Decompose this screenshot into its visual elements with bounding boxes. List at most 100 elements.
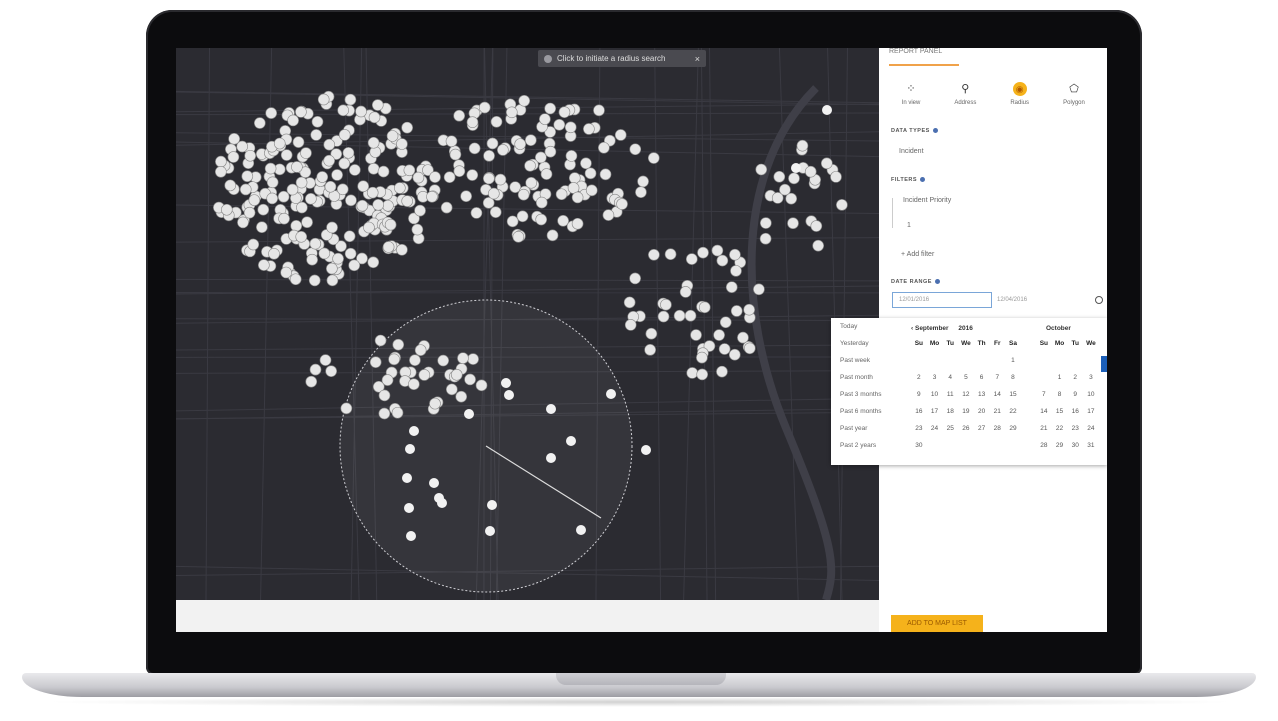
- incident-marker[interactable]: [367, 256, 380, 269]
- incident-marker[interactable]: [401, 195, 413, 207]
- incident-marker[interactable]: [426, 190, 438, 203]
- year-select[interactable]: 2016: [958, 325, 972, 332]
- incident-marker[interactable]: [295, 231, 308, 243]
- incident-marker[interactable]: [737, 331, 749, 344]
- incident-marker[interactable]: [300, 147, 312, 159]
- calendar-day[interactable]: 10: [1083, 386, 1099, 403]
- incident-marker[interactable]: [318, 247, 331, 260]
- incident-marker[interactable]: [791, 163, 801, 173]
- incident-marker[interactable]: [725, 281, 738, 293]
- incident-marker[interactable]: [224, 179, 237, 192]
- incident-marker[interactable]: [648, 249, 660, 261]
- incident-marker[interactable]: [470, 207, 483, 219]
- incident-marker[interactable]: [624, 319, 637, 331]
- incident-marker[interactable]: [268, 248, 280, 260]
- incident-marker[interactable]: [215, 166, 227, 178]
- incident-marker[interactable]: [753, 283, 765, 296]
- incident-marker[interactable]: [396, 138, 408, 150]
- mode-in-view[interactable]: ⁘ In view: [885, 82, 937, 106]
- incident-marker[interactable]: [557, 215, 569, 227]
- incident-marker[interactable]: [673, 309, 686, 322]
- incident-marker[interactable]: [483, 172, 495, 185]
- incident-marker[interactable]: [820, 157, 833, 170]
- incident-marker[interactable]: [583, 123, 595, 135]
- incident-marker[interactable]: [326, 221, 338, 234]
- incident-marker[interactable]: [743, 303, 755, 316]
- incident-marker[interactable]: [773, 170, 786, 183]
- incident-marker[interactable]: [546, 229, 559, 242]
- incident-marker[interactable]: [306, 253, 318, 266]
- incident-marker[interactable]: [512, 231, 525, 243]
- incident-marker[interactable]: [517, 188, 530, 201]
- incident-marker[interactable]: [518, 94, 530, 107]
- incident-marker[interactable]: [434, 493, 444, 503]
- incident-marker[interactable]: [324, 180, 337, 193]
- incident-marker[interactable]: [316, 171, 329, 183]
- incident-marker[interactable]: [348, 259, 361, 272]
- filter-value[interactable]: 1: [907, 222, 911, 229]
- incident-marker[interactable]: [635, 186, 647, 198]
- incident-marker[interactable]: [382, 241, 395, 253]
- incident-marker[interactable]: [355, 105, 367, 118]
- incident-marker[interactable]: [266, 192, 278, 205]
- calendar-day[interactable]: 3: [927, 369, 943, 386]
- incident-marker[interactable]: [759, 232, 772, 245]
- calendar-day[interactable]: 16: [1067, 403, 1083, 420]
- incident-marker[interactable]: [367, 162, 380, 175]
- incident-marker[interactable]: [585, 184, 598, 197]
- incident-marker[interactable]: [525, 177, 538, 189]
- incident-marker[interactable]: [344, 93, 357, 106]
- incident-marker[interactable]: [524, 159, 536, 172]
- incident-marker[interactable]: [464, 409, 474, 419]
- incident-marker[interactable]: [497, 144, 509, 156]
- incident-marker[interactable]: [445, 135, 458, 148]
- calendar-day[interactable]: 31: [1083, 437, 1099, 454]
- calendar-day[interactable]: 22: [1052, 420, 1068, 437]
- incident-marker[interactable]: [647, 152, 660, 164]
- mode-polygon[interactable]: ⬠ Polygon: [1048, 82, 1100, 106]
- calendar-day[interactable]: 4: [942, 369, 958, 386]
- incident-marker[interactable]: [239, 183, 252, 196]
- incident-marker[interactable]: [292, 136, 305, 148]
- calendar-day[interactable]: 19: [958, 403, 974, 420]
- preset-past-month[interactable]: Past month: [831, 369, 903, 386]
- incident-marker[interactable]: [684, 309, 697, 322]
- incident-map[interactable]: Click to initiate a radius search ×: [176, 48, 879, 600]
- incident-marker[interactable]: [377, 165, 390, 178]
- incident-marker[interactable]: [487, 500, 497, 510]
- incident-marker[interactable]: [345, 194, 357, 207]
- calendar-day[interactable]: 9: [1067, 386, 1083, 403]
- clear-date-icon[interactable]: [1095, 296, 1103, 304]
- incident-marker[interactable]: [291, 161, 303, 173]
- incident-marker[interactable]: [227, 151, 240, 163]
- incident-marker[interactable]: [394, 182, 406, 194]
- incident-marker[interactable]: [718, 343, 731, 355]
- filter-field[interactable]: Incident Priority: [903, 197, 951, 204]
- incident-marker[interactable]: [280, 266, 292, 279]
- incident-marker[interactable]: [440, 201, 453, 214]
- incident-marker[interactable]: [437, 354, 449, 367]
- calendar-day[interactable]: 28: [1036, 437, 1052, 454]
- incident-marker[interactable]: [264, 162, 277, 175]
- incident-marker[interactable]: [460, 190, 472, 203]
- incident-marker[interactable]: [378, 389, 391, 402]
- incident-marker[interactable]: [475, 379, 488, 392]
- calendar-day[interactable]: 25: [942, 420, 958, 437]
- incident-marker[interactable]: [254, 117, 266, 129]
- month-select[interactable]: September: [915, 325, 949, 332]
- incident-marker[interactable]: [378, 407, 391, 420]
- incident-marker[interactable]: [485, 526, 495, 536]
- incident-marker[interactable]: [403, 164, 416, 177]
- calendar-day[interactable]: 11: [942, 386, 958, 403]
- incident-marker[interactable]: [311, 115, 324, 128]
- incident-marker[interactable]: [598, 141, 610, 154]
- incident-marker[interactable]: [535, 213, 547, 226]
- preset-today[interactable]: Today: [831, 318, 903, 335]
- incident-marker[interactable]: [405, 444, 415, 454]
- incident-marker[interactable]: [409, 354, 421, 366]
- incident-marker[interactable]: [564, 121, 577, 134]
- incident-marker[interactable]: [414, 204, 426, 217]
- calendar-day[interactable]: 22: [1005, 403, 1021, 420]
- calendar-day[interactable]: 24: [1083, 420, 1099, 437]
- incident-marker[interactable]: [401, 121, 413, 134]
